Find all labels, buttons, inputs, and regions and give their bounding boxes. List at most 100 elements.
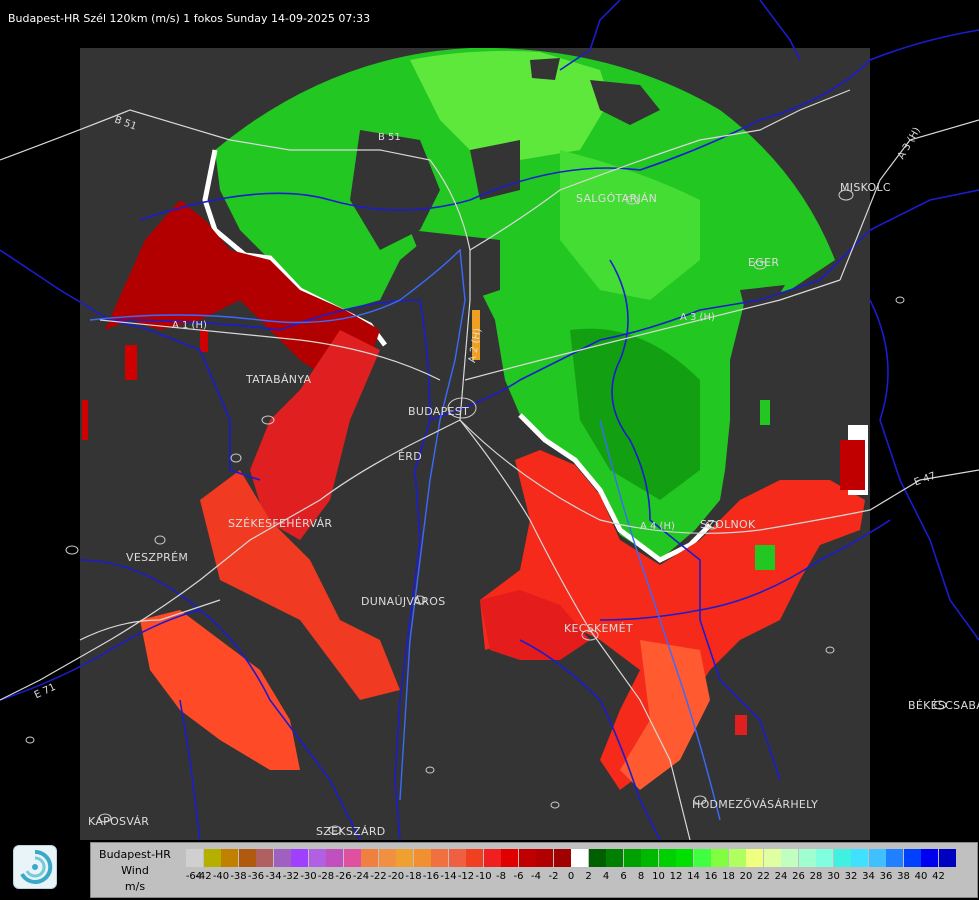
legend-swatch xyxy=(938,849,956,867)
no-echo-gap-6 xyxy=(530,58,560,80)
legend-swatch xyxy=(833,849,851,867)
legend-swatch xyxy=(851,849,868,867)
legend-swatch xyxy=(868,849,886,867)
legend-swatch xyxy=(553,849,571,867)
legend-tick-label: 2 xyxy=(585,871,592,882)
legend-swatch xyxy=(501,849,518,867)
legend-tick-label: 24 xyxy=(774,871,788,882)
city-label-miskolc: MISKOLC xyxy=(840,181,891,194)
city-label-erd: ÉRD xyxy=(398,450,422,463)
legend-tick-label: 32 xyxy=(844,871,858,882)
legend-swatch xyxy=(763,849,781,867)
road-label-a1: A 1 (H) xyxy=(172,320,207,331)
legend-swatch xyxy=(343,849,361,867)
legend-swatch xyxy=(588,849,606,867)
legend-swatch xyxy=(308,849,326,867)
legend-tick-label: 34 xyxy=(862,871,875,882)
legend-tick-label: -32 xyxy=(282,871,300,882)
city-label-veszprem: VESZPRÉM xyxy=(126,551,189,564)
red-speckle-4 xyxy=(735,715,747,735)
legend-swatch xyxy=(623,849,641,867)
road-label-a3-east: A 3 (H) xyxy=(680,312,715,323)
map-title: Budapest-HR Szél 120km (m/s) 1 fokos Sun… xyxy=(8,12,371,25)
color-scale-legend: Budapest-HR Wind m/s -64 -42 -40 -38 -36 -34-… xyxy=(90,842,978,898)
legend-tick-label: -18 xyxy=(405,871,422,882)
city-label-budapest: BUDAPEST xyxy=(408,405,470,418)
legend-title-unit: m/s xyxy=(124,880,146,893)
legend-swatch xyxy=(903,849,921,867)
radar-map xyxy=(0,0,979,840)
legend-tick-label: -34 xyxy=(265,871,282,882)
legend-swatch xyxy=(431,849,448,867)
legend-swatch xyxy=(711,849,728,867)
red-speckle-2 xyxy=(200,330,208,352)
legend-tick-label: -2 xyxy=(548,871,559,882)
road-label-b51-north: B 51 xyxy=(378,132,401,143)
legend-swatch xyxy=(676,849,693,867)
legend-tick-label: 30 xyxy=(827,871,840,882)
legend-swatch xyxy=(536,849,553,867)
legend-tick-label: 40 xyxy=(914,871,928,882)
legend-swatch xyxy=(921,849,938,867)
legend-swatch xyxy=(728,849,746,867)
legend-tick-label: -4 xyxy=(531,871,541,882)
legend-swatch xyxy=(273,849,291,867)
legend-tick-label: 22 xyxy=(757,871,770,882)
city-label-eger: EGER xyxy=(748,256,780,269)
legend-tick-label: 42 xyxy=(932,871,945,882)
legend-tick-label: -40 xyxy=(212,871,230,882)
legend-tick-label: 28 xyxy=(809,871,823,882)
legend-tick-label: 6 xyxy=(620,871,627,882)
legend-title-quantity: Wind xyxy=(121,864,149,877)
legend-swatch xyxy=(693,849,711,867)
legend-tick-label: -6 xyxy=(513,871,524,882)
legend-swatch xyxy=(448,849,466,867)
city-label-kaposvar: KAPOSVÁR xyxy=(88,815,150,828)
legend-tick-label: -36 xyxy=(247,871,265,882)
legend-tick-label: 38 xyxy=(897,871,910,882)
green-speckle-se xyxy=(755,545,775,570)
city-label-salgotarjan: SALGÓTARJÁN xyxy=(576,192,658,205)
legend-tick-label: -30 xyxy=(300,871,317,882)
green-speckle-east xyxy=(760,400,770,425)
legend-tick-label: -38 xyxy=(230,871,247,882)
legend-tick-label: 4 xyxy=(602,871,610,882)
legend-tick-label: 18 xyxy=(722,871,735,882)
legend-tick-label: -22 xyxy=(370,871,387,882)
legend-tick-label: -12 xyxy=(457,871,475,882)
swirl-logo-icon xyxy=(20,849,53,884)
legend-tick-label: -8 xyxy=(496,871,506,882)
red-echo-east-edge xyxy=(840,440,865,490)
legend-swatch xyxy=(641,849,658,867)
legend-swatch xyxy=(291,849,308,867)
legend-swatch xyxy=(466,849,483,867)
legend-title: Budapest-HR Wind m/s xyxy=(91,847,179,895)
city-label-szolnok: SZOLNOK xyxy=(700,518,756,531)
legend-tick-label: -28 xyxy=(317,871,335,882)
legend-tick-label: 20 xyxy=(739,871,753,882)
legend-swatch xyxy=(816,849,833,867)
legend-swatch xyxy=(518,849,536,867)
legend-tick-label: 14 xyxy=(687,871,700,882)
city-label-hodmezovasarhely: HÓDMEZŐVÁSÁRHELY xyxy=(692,798,819,811)
legend-tick-label: 16 xyxy=(704,871,718,882)
legend-tick-label: -24 xyxy=(352,871,370,882)
legend-swatch xyxy=(886,849,903,867)
legend-swatch xyxy=(326,849,343,867)
legend-tick-label: 36 xyxy=(879,871,893,882)
red-speckle-3 xyxy=(82,400,88,440)
legend-swatch xyxy=(658,849,676,867)
legend-swatch xyxy=(221,849,238,867)
legend-tick-label: 0 xyxy=(567,871,575,882)
legend-tick-label: -26 xyxy=(335,871,352,882)
legend-swatch xyxy=(606,849,623,867)
legend-swatch xyxy=(571,849,588,867)
legend-swatch xyxy=(798,849,816,867)
legend-swatch xyxy=(413,849,431,867)
legend-swatch xyxy=(238,849,256,867)
city-label-bekescsaba: BÉKÉSCSABA xyxy=(908,699,979,712)
legend-tick-label: -16 xyxy=(422,871,440,882)
legend-swatch xyxy=(361,849,378,867)
legend-tick-label: -14 xyxy=(440,871,457,882)
agency-logo xyxy=(13,845,57,889)
